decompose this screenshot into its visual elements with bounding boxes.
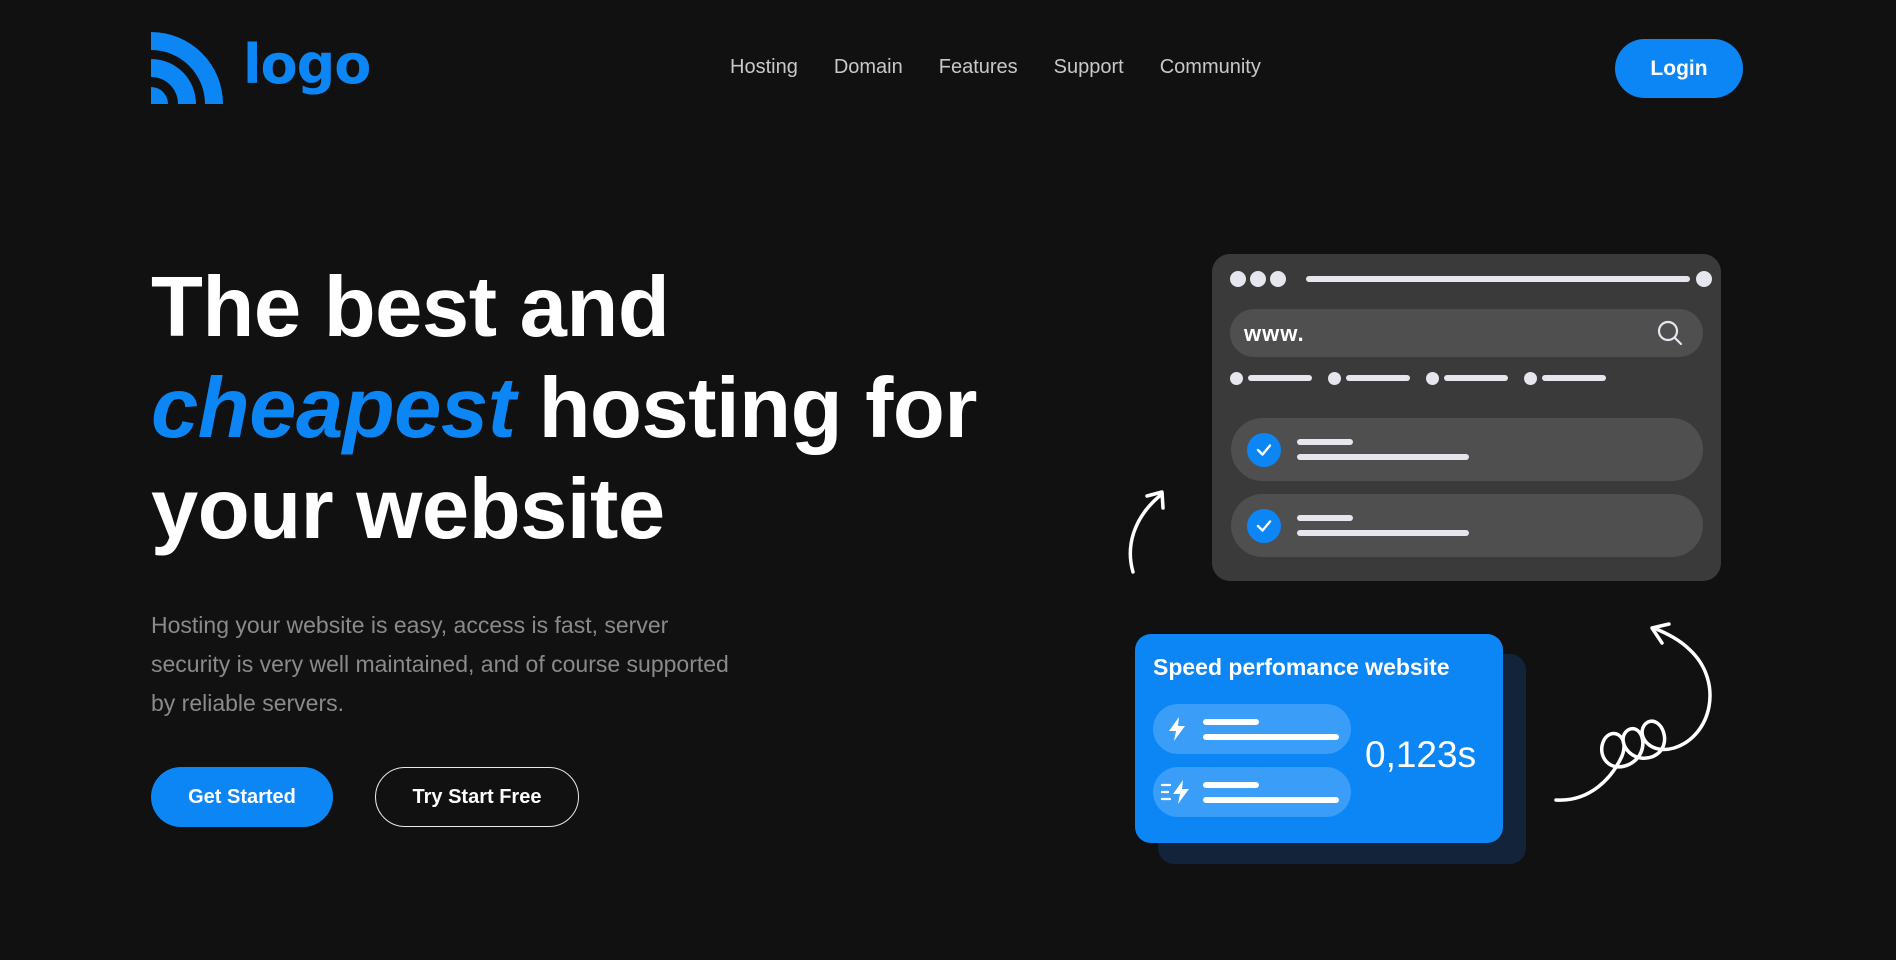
menu-line xyxy=(1444,375,1508,381)
window-dot xyxy=(1270,271,1286,287)
browser-mockup: www. xyxy=(1212,254,1721,581)
checklist-item xyxy=(1231,418,1703,481)
logo[interactable]: logo xyxy=(151,32,371,104)
hero-title: The best and cheapest hosting for your w… xyxy=(151,257,977,560)
window-dot xyxy=(1230,271,1246,287)
main-nav: Hosting Domain Features Support Communit… xyxy=(730,56,1261,79)
window-dot xyxy=(1696,271,1712,287)
menu-line xyxy=(1248,375,1312,381)
metric-line xyxy=(1203,782,1259,788)
checklist-item xyxy=(1231,494,1703,557)
title-bar-line xyxy=(1306,276,1690,282)
hero-title-line3: your website xyxy=(151,462,665,557)
checklist-line xyxy=(1297,439,1353,445)
nav-support[interactable]: Support xyxy=(1054,56,1124,79)
window-dot xyxy=(1250,271,1266,287)
checklist-line xyxy=(1297,530,1469,536)
speed-card-title: Speed perfomance website xyxy=(1153,654,1450,680)
hero-title-accent: cheapest xyxy=(151,361,516,456)
url-text: www. xyxy=(1244,321,1305,346)
speed-metric-row xyxy=(1153,704,1351,754)
get-started-button[interactable]: Get Started xyxy=(151,767,333,827)
nav-domain[interactable]: Domain xyxy=(834,56,903,79)
nav-features[interactable]: Features xyxy=(939,56,1018,79)
checklist-line xyxy=(1297,454,1469,460)
metric-line xyxy=(1203,797,1339,803)
squiggle-arrow-icon xyxy=(1554,622,1712,802)
menu-dot xyxy=(1230,372,1243,385)
menu-dot xyxy=(1524,372,1537,385)
speed-value: 0,123s xyxy=(1365,734,1477,775)
logo-mark-icon xyxy=(151,32,223,104)
hero-title-line1: The best and xyxy=(151,260,670,355)
menu-line xyxy=(1542,375,1606,381)
menu-dot xyxy=(1328,372,1341,385)
login-button[interactable]: Login xyxy=(1615,39,1743,98)
nav-hosting[interactable]: Hosting xyxy=(730,56,798,79)
nav-community[interactable]: Community xyxy=(1160,56,1261,79)
menu-line xyxy=(1346,375,1410,381)
search-icon xyxy=(1657,320,1683,346)
check-icon xyxy=(1247,509,1281,543)
check-icon xyxy=(1247,433,1281,467)
fast-lightning-icon xyxy=(1161,780,1189,804)
hero-description: Hosting your website is easy, access is … xyxy=(151,612,729,716)
try-start-free-button[interactable]: Try Start Free xyxy=(375,767,579,827)
logo-text: logo xyxy=(243,33,371,96)
arrow-up-icon xyxy=(1128,490,1165,574)
speed-card: Speed perfomance website 0,123s xyxy=(1135,634,1503,843)
hero-title-line2: hosting for xyxy=(515,361,978,456)
url-bar: www. xyxy=(1230,309,1703,357)
metric-line xyxy=(1203,734,1339,740)
lightning-icon xyxy=(1169,717,1185,741)
checklist-line xyxy=(1297,515,1353,521)
metric-line xyxy=(1203,719,1259,725)
speed-metric-row xyxy=(1153,767,1351,817)
menu-dot xyxy=(1426,372,1439,385)
